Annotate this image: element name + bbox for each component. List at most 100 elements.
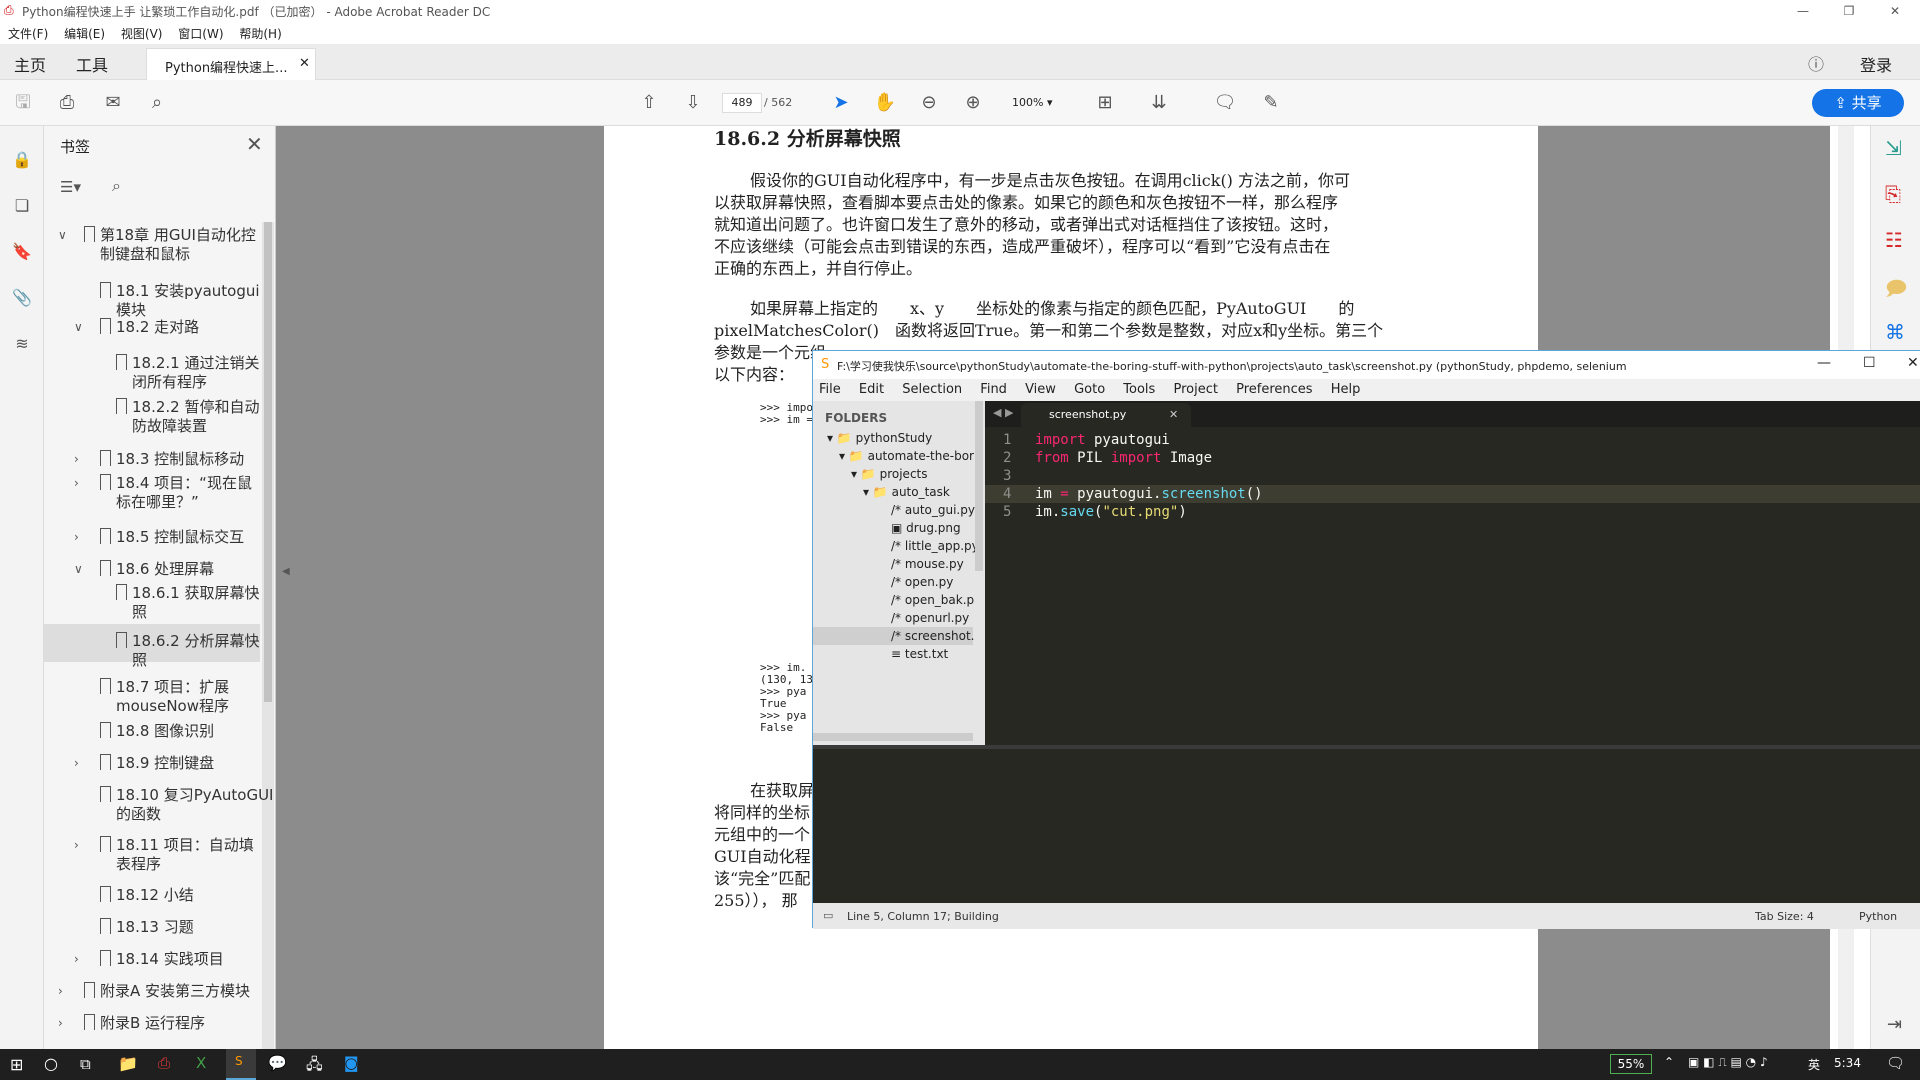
page-fit-icon[interactable]: ⊞: [1092, 90, 1118, 116]
expand-arrow-icon[interactable]: ›: [74, 528, 88, 547]
layers-icon[interactable]: ≋: [10, 332, 34, 356]
acrobat-taskbar-icon[interactable]: ⎙: [158, 1054, 170, 1072]
bookmark-item[interactable]: 18.2.2 暂停和自动 防故障装置: [116, 398, 259, 436]
options-icon[interactable]: ☰▾: [60, 178, 81, 196]
sublime-menu-help[interactable]: Help: [1331, 382, 1361, 397]
close-button[interactable]: ✕: [1872, 0, 1918, 22]
bookmark-item[interactable]: ∨ 第18章 用GUI自动化控 制键盘和鼠标: [58, 226, 256, 264]
bookmark-item[interactable]: › 附录A 安装第三方模块: [58, 982, 250, 1001]
tab-home[interactable]: 主页: [14, 52, 46, 76]
zoom-out-icon[interactable]: ⊖: [916, 90, 942, 116]
prev-page-icon[interactable]: ⇧: [636, 90, 662, 116]
tree-file[interactable]: /* auto_gui.py: [891, 503, 975, 517]
minimize-button[interactable]: —: [1780, 0, 1826, 22]
sublime-minimize-button[interactable]: —: [1817, 355, 1831, 371]
zoom-select[interactable]: 100% ▾: [1006, 93, 1066, 113]
sublime-menu-find[interactable]: Find: [980, 382, 1007, 397]
sidebar-hscrollbar[interactable]: [813, 733, 973, 741]
fill-sign-icon[interactable]: ⌘: [1885, 320, 1905, 344]
expand-arrow-icon[interactable]: ›: [58, 982, 72, 1001]
bookmark-item[interactable]: › 18.3 控制鼠标移动: [74, 450, 244, 469]
menu-window[interactable]: 窗口(W): [178, 27, 223, 41]
tree-file[interactable]: ▣ drug.png: [891, 521, 961, 535]
highlight-pen-icon[interactable]: ✎: [1258, 90, 1284, 116]
sublime-taskbar-button[interactable]: S: [226, 1049, 256, 1080]
clock[interactable]: 5:34: [1834, 1056, 1861, 1070]
expand-arrow-icon[interactable]: ›: [58, 1014, 72, 1033]
bookmarks-scrollbar[interactable]: [262, 222, 274, 1049]
tray-expand-icon[interactable]: ⌃: [1664, 1055, 1674, 1069]
tree-file[interactable]: /* mouse.py: [891, 557, 964, 571]
menu-edit[interactable]: 编辑(E): [64, 27, 105, 41]
tree-file[interactable]: /* little_app.py: [891, 539, 979, 553]
excel-icon[interactable]: X: [196, 1054, 206, 1072]
create-pdf-icon[interactable]: ⎘: [1885, 182, 1901, 206]
tree-folder[interactable]: ▾ 📁 pythonStudy: [827, 431, 932, 445]
tab-size-indicator[interactable]: Tab Size: 4: [1755, 910, 1814, 923]
tree-folder[interactable]: ▾ 📁 automate-the-bori: [839, 449, 977, 463]
sublime-menu-preferences[interactable]: Preferences: [1236, 382, 1312, 397]
edit-pdf-icon[interactable]: ☷: [1885, 228, 1903, 252]
comment-icon[interactable]: 🗨: [1212, 90, 1238, 116]
bookmark-item[interactable]: ∨ 18.2 走对路: [74, 318, 199, 337]
hand-tool-icon[interactable]: ✋: [872, 90, 898, 116]
attachment-icon[interactable]: 📎: [10, 286, 34, 310]
app-icon[interactable]: ◙: [344, 1054, 359, 1072]
expand-arrow-icon[interactable]: ∨: [74, 560, 88, 579]
syntax-indicator[interactable]: Python: [1859, 910, 1897, 923]
ime-indicator[interactable]: 英: [1808, 1056, 1820, 1073]
comment-tool-icon[interactable]: 🗩: [1885, 274, 1907, 308]
bookmark-item[interactable]: 18.1 安装pyautogui 模块: [100, 282, 260, 320]
collapse-panel-icon[interactable]: ◀: [282, 566, 290, 577]
expand-arrow-icon[interactable]: ∨: [58, 226, 72, 245]
cortana-icon[interactable]: ○: [44, 1054, 58, 1073]
notification-icon[interactable]: 🗨: [1886, 1054, 1905, 1072]
tree-file[interactable]: ≡ test.txt: [891, 647, 948, 661]
sublime-maximize-button[interactable]: ☐: [1863, 355, 1876, 371]
network-app-icon[interactable]: 🖧: [306, 1054, 323, 1079]
bookmark-item[interactable]: › 18.14 实践项目: [74, 950, 224, 969]
email-icon[interactable]: ✉: [100, 90, 126, 116]
sublime-menu-edit[interactable]: Edit: [859, 382, 884, 397]
bookmark-item[interactable]: › 18.9 控制键盘: [74, 754, 214, 773]
bookmark-item[interactable]: 18.10 复习PyAutoGUI 的函数: [100, 786, 274, 824]
help-icon[interactable]: ⓘ: [1808, 51, 1824, 75]
zoom-in-icon[interactable]: ⊕: [960, 90, 986, 116]
bookmark-item[interactable]: ∨ 18.6 处理屏幕: [74, 560, 214, 579]
sublime-menu-project[interactable]: Project: [1173, 382, 1217, 397]
login-link[interactable]: 登录: [1860, 52, 1892, 76]
tree-file[interactable]: /* openurl.py: [891, 611, 969, 625]
explorer-icon[interactable]: 📁: [118, 1054, 138, 1073]
sublime-menu-selection[interactable]: Selection: [902, 382, 962, 397]
expand-arrow-icon[interactable]: ›: [74, 450, 88, 469]
page-number-input[interactable]: 489: [722, 93, 762, 113]
sublime-menu-tools[interactable]: Tools: [1123, 382, 1155, 397]
lock-icon[interactable]: 🔒: [10, 148, 34, 172]
expand-arrow-icon[interactable]: ›: [74, 474, 88, 493]
console-toggle-icon[interactable]: ▭: [823, 909, 833, 922]
expand-rail-icon[interactable]: ⇥: [1887, 1014, 1902, 1035]
next-page-icon[interactable]: ⇩: [680, 90, 706, 116]
wechat-icon[interactable]: 💬: [268, 1054, 287, 1072]
select-tool-icon[interactable]: ➤: [828, 90, 854, 116]
share-button[interactable]: ⇪ 共享: [1812, 89, 1904, 117]
editor-tab[interactable]: screenshot.py ✕: [1021, 403, 1191, 427]
sublime-menu-view[interactable]: View: [1025, 382, 1056, 397]
tab-nav-arrows-icon[interactable]: ◀ ▶: [993, 406, 1013, 419]
find-bookmark-icon[interactable]: ⌕: [112, 176, 121, 196]
restore-button[interactable]: ❐: [1826, 0, 1872, 22]
tree-file[interactable]: /* screenshot.: [891, 629, 974, 643]
battery-indicator[interactable]: 55%: [1610, 1054, 1652, 1074]
start-icon[interactable]: ⊞: [10, 1055, 23, 1074]
save-icon[interactable]: 🖫: [10, 90, 36, 116]
expand-arrow-icon[interactable]: ›: [74, 754, 88, 773]
bookmark-item[interactable]: › 附录B 运行程序: [58, 1014, 205, 1033]
search-icon[interactable]: ⌕: [144, 90, 170, 116]
bookmark-item[interactable]: 18.13 习题: [100, 918, 194, 937]
close-panel-icon[interactable]: ✕: [246, 132, 263, 156]
tree-folder[interactable]: ▾ 📁 auto_task: [863, 485, 950, 499]
export-pdf-icon[interactable]: ⇲: [1885, 136, 1902, 160]
bookmark-item[interactable]: 18.7 项目：扩展 mouseNow程序: [100, 678, 229, 716]
close-tab-icon[interactable]: ✕: [299, 56, 310, 71]
expand-arrow-icon[interactable]: ›: [74, 836, 88, 855]
